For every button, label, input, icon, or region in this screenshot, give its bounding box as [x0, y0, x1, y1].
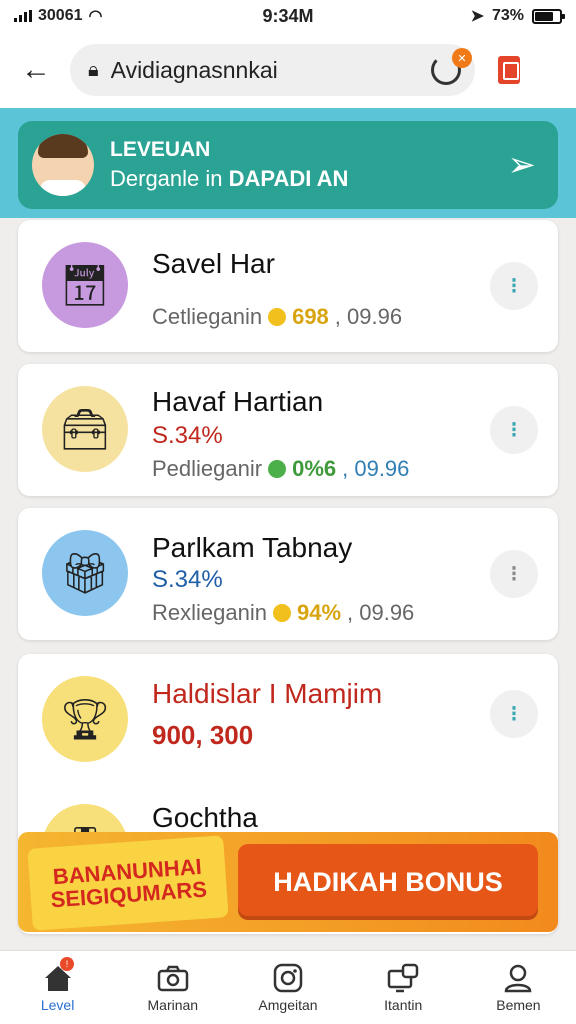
card-extra: , 09.96	[342, 456, 410, 481]
coin-icon	[268, 308, 287, 326]
more-icon: ⁝	[510, 273, 518, 298]
notification-badge: ✕	[452, 48, 472, 68]
tab-label: Itantin	[384, 996, 423, 1013]
browser-toolbar: ← 🔒︎ Avidiagnasnnkai ✕	[0, 32, 576, 108]
reload-button[interactable]: ✕	[431, 48, 472, 85]
bookmark-icon	[498, 56, 520, 84]
card-title: Haldislar I Mamjim	[152, 678, 383, 709]
battery-label: 73%	[491, 7, 524, 24]
tab-label: Amgeitan	[258, 996, 318, 1013]
banner-subtitle: Derganle in	[110, 166, 223, 191]
card-title: Havaf Hartian	[152, 386, 324, 417]
back-button[interactable]: ←	[16, 50, 56, 90]
chest-icon: 🧰︎	[42, 386, 128, 472]
url-bar[interactable]: 🔒︎ Avidiagnasnnkai ✕	[70, 44, 475, 96]
kettlebell-icon: 🏆︎	[42, 676, 128, 762]
signal-icon	[14, 10, 32, 22]
instagram-icon	[272, 963, 304, 993]
card-meta-label: Cetlieganin	[152, 304, 263, 329]
tab-label: Marinan	[147, 996, 199, 1013]
more-button[interactable]: ⁝	[490, 406, 538, 454]
tab-bemen[interactable]: Bemen	[461, 951, 576, 1024]
card-title: Savel Har	[152, 248, 275, 279]
bottom-nav: ! Level Marinan Amgeitan Itantin Bemen	[0, 950, 576, 1024]
card-title: Gochtha	[152, 802, 258, 833]
list-item[interactable]: 🧰︎ Havaf Hartian S.34% Pedlieganir 0%6 ,…	[18, 364, 558, 496]
more-button[interactable]: ⁝	[490, 550, 538, 598]
calendar-icon: 📅︎	[42, 242, 128, 328]
card-amount: 94%	[296, 600, 342, 625]
bonus-button[interactable]: HADIKAH BONUS	[238, 844, 538, 920]
tab-label: Bemen	[496, 996, 541, 1013]
tab-marinan[interactable]: Marinan	[115, 951, 230, 1024]
carrier-label: 30061	[38, 7, 83, 24]
clock: 9:34M	[262, 5, 314, 26]
tab-itantin[interactable]: Itantin	[346, 951, 461, 1024]
tab-amgeitan[interactable]: Amgeitan	[230, 951, 345, 1024]
card-meta-label: Rexlieganin	[152, 600, 267, 625]
promo-badge: BANANUNHAI SEIGIQUMARS	[27, 835, 229, 931]
camera-icon	[157, 963, 189, 993]
card-extra: , 09.96	[347, 600, 415, 625]
card-value: S.34%	[152, 422, 223, 449]
notification-badge: !	[60, 957, 74, 971]
card-value: S.34%	[152, 566, 223, 593]
more-button[interactable]: ⁝	[490, 262, 538, 310]
card-value: 900, 300	[152, 720, 254, 750]
banner-highlight: DAPADI AN	[228, 166, 349, 191]
banner-title: LEVEUAN	[110, 138, 211, 161]
tab-label: Level	[40, 996, 75, 1013]
card-amount: 0%6	[292, 456, 337, 481]
lock-icon: 🔒︎	[88, 58, 99, 81]
url-text: Avidiagnasnnkai	[110, 56, 278, 83]
list-item[interactable]: 📅︎ Savel Har Cetlieganin 698 , 09.96 ⁝	[18, 220, 558, 352]
coin-icon	[268, 460, 287, 478]
battery-icon	[532, 8, 565, 24]
location-icon: ➤	[470, 8, 484, 25]
avatar	[32, 134, 94, 196]
list-item[interactable]: 🎁︎ Parlkam Tabnay S.34% Rexlieganin 94% …	[18, 508, 558, 640]
level-banner[interactable]: LEVEUAN Derganle in DAPADI AN ➢	[18, 121, 558, 209]
card-extra: , 09.96	[334, 304, 403, 329]
bookmark-button[interactable]	[489, 50, 529, 90]
arrow-left-icon: ←	[21, 53, 51, 86]
wifi-icon: ◠	[88, 8, 103, 25]
gift-bag-icon: 🎁︎	[42, 530, 128, 616]
bonus-promo: BANANUNHAI SEIGIQUMARS HADIKAH BONUS	[18, 832, 558, 932]
more-icon: ⁝	[510, 701, 518, 726]
card-meta-label: Pedlieganir	[152, 456, 263, 481]
card-amount: 698	[292, 304, 329, 329]
tab-level[interactable]: ! Level	[0, 951, 115, 1024]
card-title: Parlkam Tabnay	[152, 532, 353, 563]
more-icon: ⁝	[510, 561, 518, 586]
device-icon	[387, 963, 419, 993]
user-icon	[502, 963, 534, 993]
more-button[interactable]: ⁝	[490, 690, 538, 738]
send-icon: ➢	[507, 146, 537, 184]
coin-icon	[272, 604, 291, 622]
status-bar: 30061 ◠ 9:34M ➤ 73%	[0, 0, 576, 32]
more-icon: ⁝	[510, 417, 518, 442]
